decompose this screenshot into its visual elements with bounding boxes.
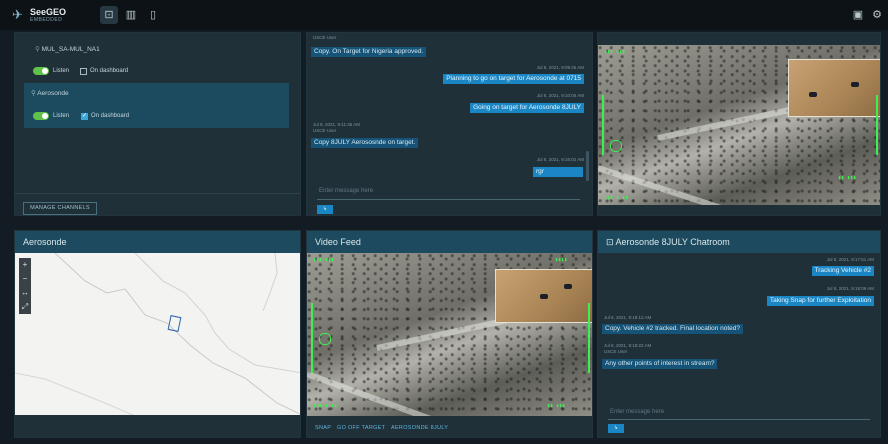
channel-item-selected[interactable]: ⚲ Aerosonde Listen On dashboard: [24, 83, 289, 128]
dashboard-checkbox[interactable]: [80, 68, 87, 75]
top-bar: ✈ SeeGEO EMBEDDED ⊡ ▥ ▯ ▣ ⚙: [0, 0, 888, 30]
chatroom-header: ⊡ Aerosonde 8JULY Chatroom: [598, 231, 880, 253]
hud-readout: ▮▮ ▮▮▮: [547, 403, 566, 409]
send-button[interactable]: ↳: [317, 205, 333, 214]
hud-readout: ▮▮ ▮▮▮: [838, 175, 857, 181]
hud-scale: [311, 303, 313, 373]
message-bubble: Copy 8JULY Aerososnde on target.: [311, 138, 419, 148]
chart-icon[interactable]: ⊡: [100, 6, 118, 24]
message-sender: USCE User: [313, 128, 337, 133]
message-bubble: Taking Snap for further Exploitation: [766, 296, 874, 306]
manage-channels-button[interactable]: MANAGE CHANNELS: [23, 202, 97, 215]
pan-button[interactable]: ↔: [19, 286, 31, 300]
listen-toggle[interactable]: [33, 112, 49, 120]
fullscreen-button[interactable]: ⤢: [19, 300, 31, 314]
message-sender: USCE User: [604, 349, 628, 354]
message-meta: Jul 8, 2021, 9:18:12 AM: [604, 315, 652, 320]
pip-inset: [495, 269, 592, 323]
map-boundaries: [15, 253, 300, 415]
go-off-target-button[interactable]: GO OFF TARGET: [337, 425, 385, 431]
message-bubble: Tracking Vehicle #2: [811, 266, 874, 276]
message-bubble: Any other points of interest in stream?: [602, 359, 718, 369]
panel-title: Aerosonde 8JULY Chatroom: [615, 237, 730, 247]
dashboard-checkbox[interactable]: [81, 112, 88, 120]
video-stream-thumbnail[interactable]: ▮▮▮ ▮▮▮ ▮▮ ▮▮▮ ▮▮▮ ▮ ▮▮: [598, 45, 880, 205]
send-button[interactable]: ↳: [608, 424, 624, 433]
video-panel-top: ▮▮▮ ▮▮▮ ▮▮ ▮▮▮ ▮▮▮ ▮ ▮▮: [597, 32, 881, 216]
hud-readout: ▮▮▮ ▮▮▮: [604, 49, 626, 55]
message-bubble: Copy. On Target for Nigeria approved.: [311, 47, 427, 57]
reticle: [610, 140, 622, 152]
input-underline: [317, 199, 580, 200]
message-bubble: Copy. Vehicle #2 tracked. Final location…: [602, 324, 744, 334]
listen-label: Listen: [53, 113, 70, 119]
zoom-out-button[interactable]: −: [19, 272, 31, 286]
send-icon: ↳: [613, 425, 619, 431]
divider: [15, 193, 300, 194]
panel-title: Aerosonde: [15, 231, 300, 253]
brand-subtitle: EMBEDDED: [30, 17, 63, 23]
aerosonde-8july-button[interactable]: AEROSONDE 8JULY: [391, 425, 448, 431]
vehicle: [540, 294, 548, 299]
video-stream[interactable]: ▮▮▮ ▮▮▮ ▮▮▮▮ ▮▮▮ ▮ ▮▮ ▮▮ ▮▮▮: [307, 253, 592, 416]
message-meta: USCE User: [313, 35, 337, 40]
hud-scale: [588, 303, 590, 373]
hud-readout: ▮▮▮ ▮ ▮▮: [313, 403, 338, 409]
snap-button[interactable]: SNAP: [315, 425, 331, 431]
listen-label: Listen: [53, 68, 70, 74]
message-bubble: rgr: [533, 167, 583, 177]
dashboard-label: On dashboard: [91, 113, 130, 119]
message-meta: Jul 8, 2021, 9:16:02 AM: [536, 157, 584, 162]
map-view[interactable]: + − ↔ ⤢: [15, 253, 300, 415]
hud-scale: [602, 95, 604, 155]
message-meta: Jul 8, 2021, 9:09:46 AM: [536, 65, 584, 70]
message-input[interactable]: Enter message here: [610, 409, 664, 415]
channels-panel: ⚲ MUL_SA-MUL_NA1 Listen On dashboard ⚲ A…: [14, 32, 301, 216]
vehicle: [809, 92, 817, 97]
hud-readout: ▮▮▮ ▮▮▮: [313, 257, 335, 263]
map-panel: Aerosonde + − ↔ ⤢: [14, 230, 301, 438]
channel-item-name: ⚲ MUL_SA-MUL_NA1: [35, 46, 100, 53]
document-icon[interactable]: ▯: [144, 6, 162, 24]
channel-item-name: ⚲ Aerosonde: [31, 90, 69, 97]
app-logo[interactable]: ✈ SeeGEO EMBEDDED: [12, 7, 72, 25]
vehicle: [851, 82, 859, 87]
message-meta: Jul 8, 2021, 9:10:06 AM: [536, 93, 584, 98]
dashboard-label: On dashboard: [90, 68, 129, 74]
map-controls: + − ↔ ⤢: [19, 258, 31, 314]
message-bubble: Planning to go on target for Aerosonde a…: [443, 74, 584, 84]
vehicle: [564, 284, 572, 289]
chat-icon: ⊡: [606, 237, 616, 247]
scrollbar[interactable]: [586, 151, 589, 181]
message-bubble: Going on target for Aerosonde 8JULY: [470, 103, 584, 113]
reticle: [319, 333, 331, 345]
message-meta: Jul 8, 2021, 9:18:09 AM: [826, 286, 874, 291]
send-icon: ↳: [322, 206, 328, 212]
input-underline: [608, 419, 870, 420]
message-input[interactable]: Enter message here: [319, 188, 373, 194]
library-icon[interactable]: ▥: [122, 6, 140, 24]
hud-scale: [876, 95, 878, 155]
pip-inset: [788, 59, 880, 117]
brand-name: SeeGEO: [30, 7, 67, 17]
hud-readout: ▮▮▮▮: [555, 257, 568, 263]
listen-toggle[interactable]: [33, 67, 49, 75]
video-feed-panel: Video Feed ▮▮▮ ▮▮▮ ▮▮▮▮ ▮▮▮ ▮ ▮▮ ▮▮ ▮▮▮ …: [306, 230, 593, 438]
archive-icon[interactable]: ▣: [851, 8, 865, 22]
zoom-in-button[interactable]: +: [19, 258, 31, 272]
chatroom-panel: ⊡ Aerosonde 8JULY Chatroom Jul 8, 2021, …: [597, 230, 881, 438]
hud-readout: ▮▮▮ ▮ ▮▮: [604, 195, 629, 201]
antenna-icon: ⚲: [35, 46, 42, 53]
settings-icon[interactable]: ⚙: [870, 8, 884, 22]
chat-panel-top: USCE User Copy. On Target for Nigeria ap…: [306, 32, 593, 216]
plane-icon: ✈: [12, 7, 23, 22]
panel-title: Video Feed: [307, 231, 592, 253]
message-meta: Jul 8, 2021, 9:17:51 AM: [826, 257, 874, 262]
